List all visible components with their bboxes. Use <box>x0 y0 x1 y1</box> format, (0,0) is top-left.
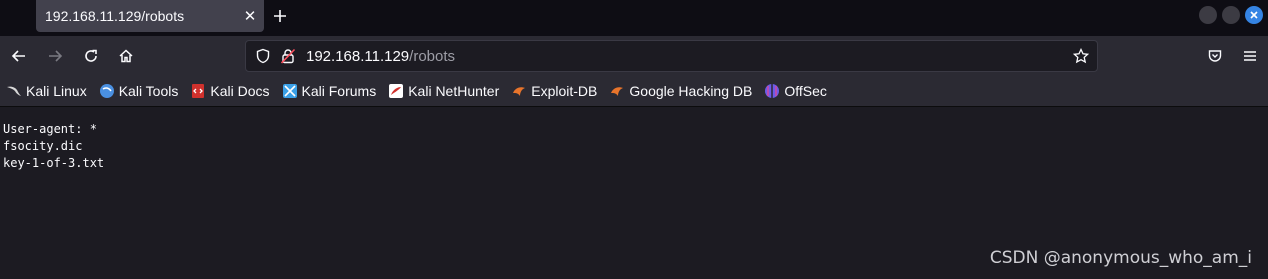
plus-icon <box>274 10 286 22</box>
bookmark-kali-docs[interactable]: Kali Docs <box>190 79 270 103</box>
home-icon <box>119 49 133 63</box>
url-host: 192.168.11.129 <box>306 48 410 65</box>
bookmark-label: Kali Tools <box>118 83 179 99</box>
exploit-db-icon <box>511 83 527 99</box>
back-arrow-icon <box>11 50 25 62</box>
hamburger-menu-icon <box>1244 51 1256 61</box>
bookmark-kali-tools[interactable]: Kali Tools <box>99 79 179 103</box>
pocket-icon <box>1208 50 1222 62</box>
robots-line: key-1-of-3.txt <box>3 156 105 170</box>
url-path: /robots <box>409 48 456 65</box>
window-close-button[interactable] <box>1245 6 1263 24</box>
bookmark-kali-forums[interactable]: Kali Forums <box>282 79 377 103</box>
forward-button[interactable] <box>41 42 69 70</box>
minimize-button[interactable] <box>1199 6 1217 24</box>
offsec-icon <box>764 83 780 99</box>
kali-nethunter-icon <box>388 83 404 99</box>
navigation-toolbar: 192.168.11.129/robots <box>0 36 1268 76</box>
menu-button[interactable] <box>1236 42 1264 70</box>
bookmark-label: Exploit-DB <box>531 83 598 99</box>
tab-strip: 192.168.11.129/robots ✕ <box>0 0 1268 36</box>
maximize-button[interactable] <box>1222 6 1240 24</box>
robots-line: User-agent: * <box>3 122 97 136</box>
forward-arrow-icon <box>49 50 63 62</box>
pocket-button[interactable] <box>1201 42 1229 70</box>
kali-tools-icon <box>99 83 115 99</box>
ghdb-icon <box>609 83 625 99</box>
reload-icon <box>85 49 97 62</box>
reload-button[interactable] <box>77 42 105 70</box>
kali-forums-icon <box>282 83 298 99</box>
close-icon <box>1250 11 1258 19</box>
new-tab-button[interactable] <box>266 2 294 30</box>
bookmark-label: OffSec <box>784 83 827 99</box>
bookmark-label: Kali NetHunter <box>408 83 500 99</box>
url-text[interactable]: 192.168.11.129/robots <box>306 48 455 65</box>
robots-line: fsocity.dic <box>3 139 83 153</box>
bookmark-google-hacking-db[interactable]: Google Hacking DB <box>609 79 752 103</box>
tab-active[interactable]: 192.168.11.129/robots ✕ <box>36 0 264 32</box>
bookmark-offsec[interactable]: OffSec <box>764 79 827 103</box>
tab-close-button[interactable]: ✕ <box>236 2 264 30</box>
shield-icon[interactable] <box>255 48 271 64</box>
kali-docs-icon <box>190 83 206 99</box>
bookmark-label: Google Hacking DB <box>629 83 753 99</box>
back-button[interactable] <box>5 42 33 70</box>
bookmark-kali-linux[interactable]: Kali Linux <box>6 79 87 103</box>
bookmark-star-icon[interactable] <box>1073 48 1089 64</box>
bookmarks-toolbar: Kali Linux Kali Tools Kali Docs Kali For… <box>0 76 1268 107</box>
tab-title: 192.168.11.129/robots <box>45 8 185 24</box>
kali-dragon-icon <box>6 83 22 99</box>
home-button[interactable] <box>112 42 140 70</box>
bookmark-label: Kali Linux <box>26 83 87 99</box>
csdn-watermark: CSDN @anonymous_who_am_i <box>989 248 1252 268</box>
bookmark-kali-nethunter[interactable]: Kali NetHunter <box>388 79 499 103</box>
bookmark-exploit-db[interactable]: Exploit-DB <box>511 79 597 103</box>
robots-txt-content: User-agent: * fsocity.dic key-1-of-3.txt <box>3 121 104 172</box>
insecure-lock-icon[interactable] <box>280 48 296 64</box>
bookmark-label: Kali Forums <box>301 83 377 99</box>
page-content: User-agent: * fsocity.dic key-1-of-3.txt C… <box>0 108 1268 279</box>
url-bar[interactable]: 192.168.11.129/robots <box>245 40 1098 72</box>
bookmark-label: Kali Docs <box>210 83 270 99</box>
